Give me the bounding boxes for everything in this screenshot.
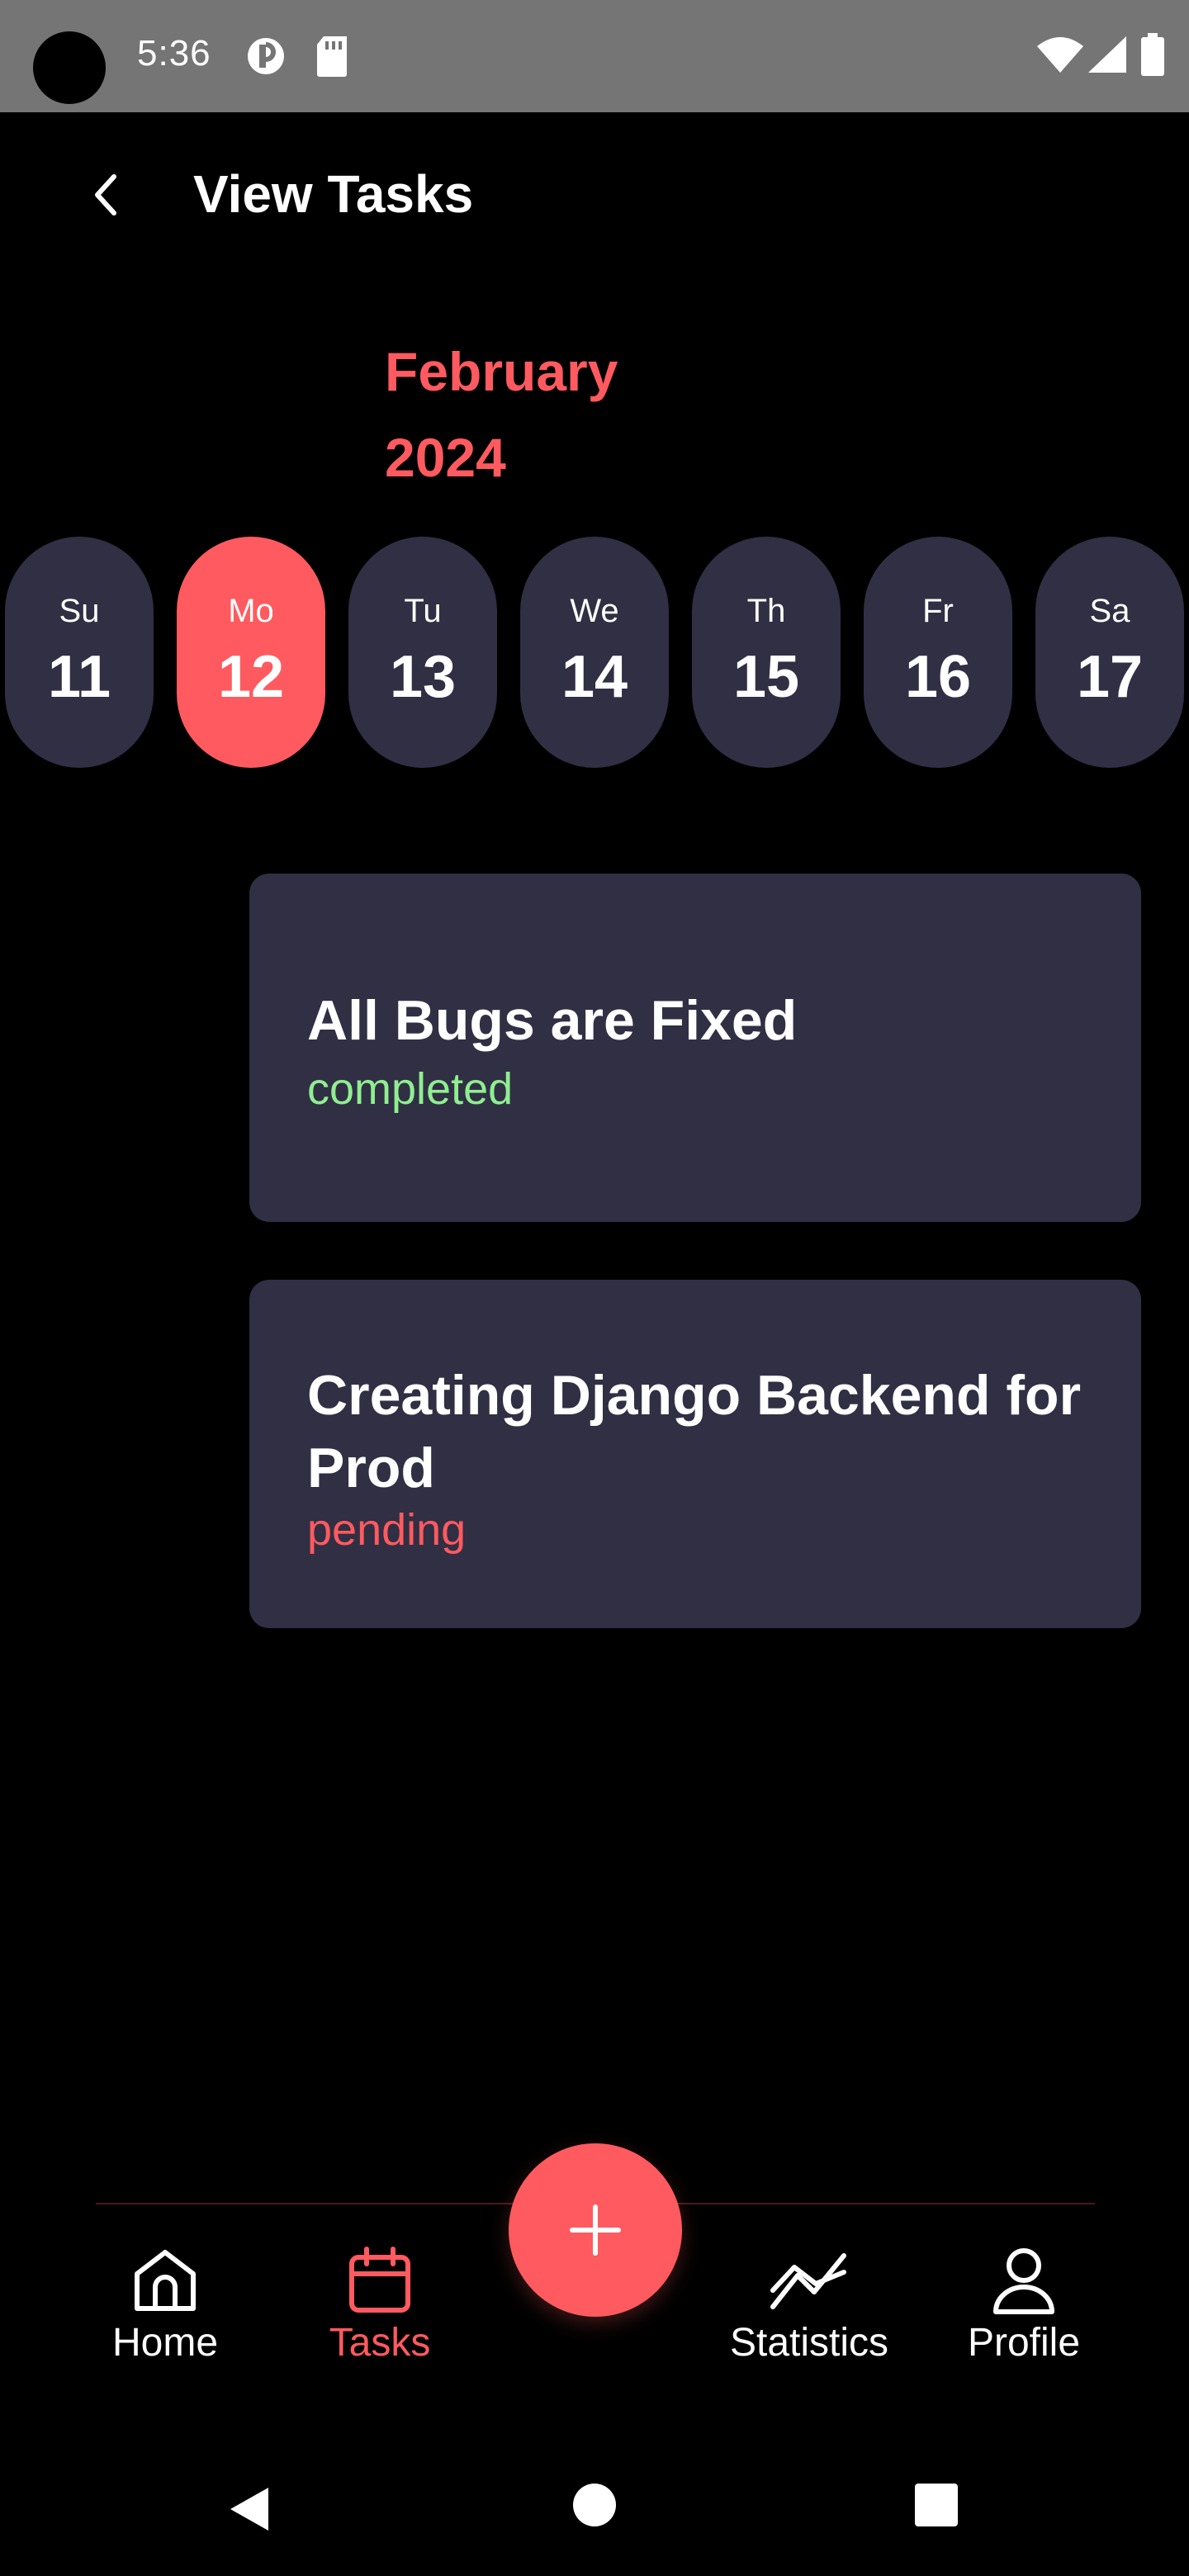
day-of-week: We — [570, 593, 619, 629]
nav-label: Statistics — [729, 2321, 889, 2365]
nav-item-home[interactable]: Home — [58, 2246, 272, 2365]
day-of-week: Tu — [404, 593, 442, 629]
day-of-week: Mo — [228, 593, 274, 629]
sd-card-icon — [314, 35, 350, 78]
camera-cutout — [33, 31, 106, 104]
status-bar: 5:36 — [0, 0, 1189, 112]
triangle-back-icon — [230, 2488, 268, 2531]
month-label: February — [385, 341, 618, 402]
day-number: 12 — [217, 644, 285, 710]
system-recents-button[interactable] — [912, 2480, 961, 2530]
day-of-week: Th — [746, 593, 786, 629]
year-label: 2024 — [385, 427, 506, 488]
day-number: 15 — [732, 644, 800, 710]
chevron-left-icon — [95, 174, 116, 215]
date-item-selected[interactable]: Mo 12 — [177, 537, 325, 768]
circle-home-icon — [573, 2484, 616, 2526]
nav-item-tasks[interactable]: Tasks — [272, 2246, 487, 2365]
date-item[interactable]: Fr 16 — [864, 537, 1012, 768]
nav-label: Profile — [967, 2321, 1081, 2365]
day-number: 16 — [904, 644, 972, 710]
data-saver-icon — [244, 35, 287, 78]
nav-item-statistics[interactable]: Statistics — [702, 2246, 917, 2365]
square-recents-icon — [915, 2484, 958, 2526]
chart-icon — [770, 2253, 846, 2309]
status-time: 5:36 — [137, 33, 211, 73]
task-title: All Bugs are Fixed — [307, 989, 798, 1052]
date-item[interactable]: We 14 — [520, 537, 669, 768]
plus-icon — [570, 2204, 621, 2256]
day-number: 17 — [1076, 644, 1144, 710]
system-home-button[interactable] — [570, 2480, 619, 2530]
nav-label: Home — [111, 2321, 219, 2365]
day-number: 13 — [389, 644, 457, 710]
date-item[interactable]: Sa 17 — [1035, 537, 1184, 768]
date-item[interactable]: Tu 13 — [348, 537, 497, 768]
task-card[interactable]: All Bugs are Fixed completed — [249, 874, 1141, 1222]
task-status-completed: completed — [307, 1064, 514, 1114]
page-title: View Tasks — [193, 164, 474, 224]
day-number: 11 — [47, 644, 111, 710]
calendar-icon — [349, 2247, 410, 2313]
home-icon — [135, 2250, 196, 2311]
task-title: Creating Django Backend for Prod — [307, 1364, 1082, 1499]
task-card[interactable]: Creating Django Backend for Prod pending — [249, 1280, 1141, 1628]
task-status-pending: pending — [307, 1505, 467, 1555]
nav-item-profile[interactable]: Profile — [917, 2246, 1131, 2365]
battery-icon — [1141, 33, 1164, 76]
month-year-heading: February 2024 — [385, 329, 682, 500]
add-task-button[interactable] — [509, 2143, 682, 2317]
day-of-week: Fr — [922, 593, 954, 629]
day-of-week: Sa — [1089, 593, 1130, 629]
system-back-button[interactable] — [220, 2480, 277, 2538]
date-item[interactable]: Su 11 — [5, 537, 154, 768]
day-of-week: Su — [59, 593, 100, 629]
back-button[interactable] — [73, 162, 139, 228]
date-item[interactable]: Th 15 — [692, 537, 841, 768]
day-number: 14 — [561, 644, 628, 710]
wifi-icon — [1037, 36, 1083, 73]
signal-icon — [1088, 36, 1126, 73]
person-icon — [993, 2248, 1054, 2314]
nav-label: Tasks — [329, 2321, 431, 2365]
